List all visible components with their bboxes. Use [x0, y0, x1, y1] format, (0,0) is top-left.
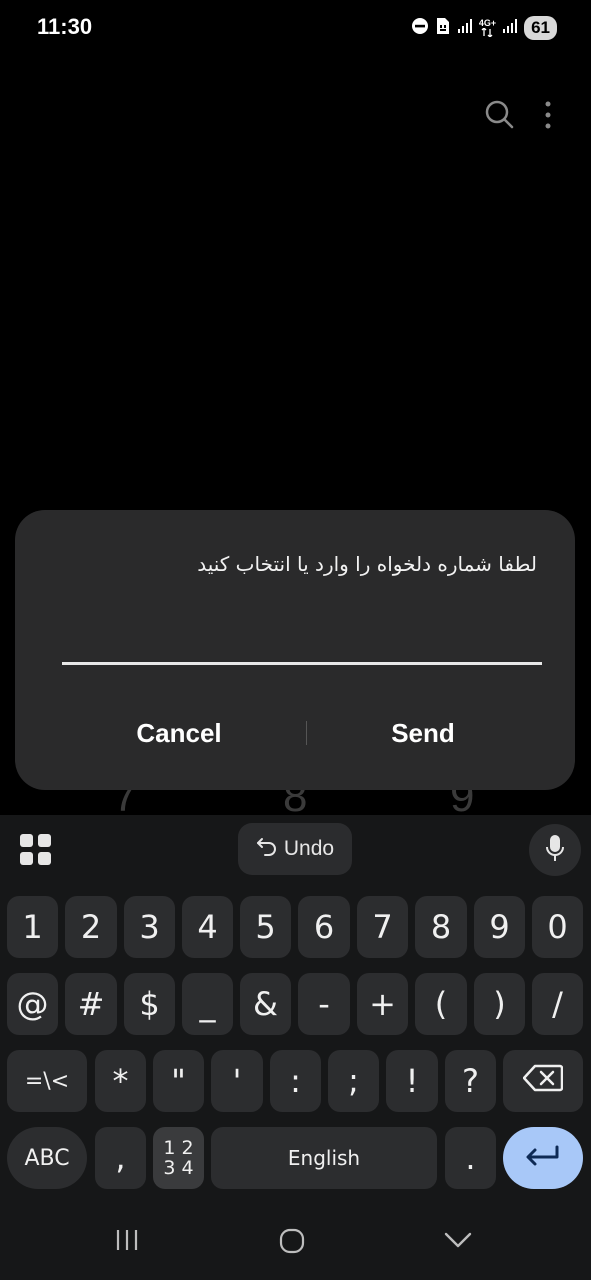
undo-label: Undo: [283, 837, 335, 860]
key-asterisk[interactable]: *: [95, 1050, 146, 1112]
signal-icon: [502, 18, 518, 39]
search-icon[interactable]: [485, 100, 515, 135]
key-semicolon[interactable]: ;: [328, 1050, 379, 1112]
backspace-icon: [522, 1062, 564, 1100]
key-3[interactable]: 3: [124, 896, 175, 958]
send-button[interactable]: Send: [293, 705, 553, 761]
home-icon[interactable]: [279, 1228, 305, 1259]
key-slash[interactable]: /: [532, 973, 583, 1035]
key-question[interactable]: ?: [445, 1050, 496, 1112]
network-type-label: 4G+: [478, 18, 497, 28]
signal-icon: [457, 18, 473, 39]
key-0[interactable]: 0: [532, 896, 583, 958]
key-more-symbols[interactable]: =\<: [7, 1050, 87, 1112]
key-at[interactable]: @: [7, 973, 58, 1035]
signal-4g-icon: 4G+: [479, 19, 496, 37]
key-dollar[interactable]: $: [124, 973, 175, 1035]
key-plus[interactable]: +: [357, 973, 408, 1035]
space-key[interactable]: English: [211, 1127, 437, 1189]
enter-key[interactable]: [503, 1127, 583, 1189]
status-time: 11:30: [37, 14, 93, 39]
sim-icon: [435, 17, 451, 40]
key-5[interactable]: 5: [240, 896, 291, 958]
key-close-paren[interactable]: ): [474, 973, 525, 1035]
key-7[interactable]: 7: [357, 896, 408, 958]
number-input[interactable]: [62, 610, 542, 665]
recents-icon[interactable]: [115, 1228, 139, 1257]
abc-key[interactable]: ABC: [7, 1127, 87, 1189]
key-2[interactable]: 2: [65, 896, 117, 958]
dnd-icon: [411, 17, 429, 40]
key-double-quote[interactable]: ": [153, 1050, 204, 1112]
key-9[interactable]: 9: [474, 896, 525, 958]
cancel-button[interactable]: Cancel: [49, 705, 309, 761]
backspace-key[interactable]: [503, 1050, 583, 1112]
back-chevron-icon[interactable]: [444, 1228, 472, 1257]
numpad-key[interactable]: 1 2 3 4: [153, 1127, 204, 1189]
key-ampersand[interactable]: &: [240, 973, 291, 1035]
more-vert-icon[interactable]: [545, 101, 551, 134]
undo-icon: [256, 836, 278, 862]
key-6[interactable]: 6: [298, 896, 350, 958]
key-hash[interactable]: #: [65, 973, 117, 1035]
enter-icon: [525, 1139, 561, 1177]
key-exclamation[interactable]: !: [386, 1050, 438, 1112]
mic-button[interactable]: [529, 824, 581, 876]
numpad-label-bottom: 3 4: [163, 1157, 194, 1179]
dialog-actions: Cancel Send: [15, 705, 575, 761]
key-colon[interactable]: :: [270, 1050, 321, 1112]
key-period[interactable]: .: [445, 1127, 496, 1189]
status-bar: 11:30 4G+ 61: [0, 0, 591, 56]
key-open-paren[interactable]: (: [415, 973, 467, 1035]
dialog-message: لطفا شماره دلخواه را وارد یا انتخاب کنید: [197, 552, 537, 576]
battery-icon: 61: [524, 16, 557, 40]
key-minus[interactable]: -: [298, 973, 350, 1035]
navigation-bar: [0, 1200, 591, 1280]
key-4[interactable]: 4: [182, 896, 233, 958]
mic-icon: [545, 834, 565, 867]
key-underscore[interactable]: _: [182, 973, 233, 1035]
status-icons: 4G+ 61: [411, 14, 557, 42]
key-single-quote[interactable]: ': [211, 1050, 263, 1112]
undo-button[interactable]: Undo: [238, 823, 352, 875]
key-1[interactable]: 1: [7, 896, 58, 958]
keyboard-toolbar: Undo: [0, 815, 591, 885]
key-8[interactable]: 8: [415, 896, 467, 958]
top-actions: [485, 100, 551, 135]
apps-grid-icon[interactable]: [20, 834, 52, 866]
key-comma[interactable]: ,: [95, 1127, 146, 1189]
numpad-label-top: 1 2: [163, 1137, 194, 1159]
number-entry-dialog: لطفا شماره دلخواه را وارد یا انتخاب کنید…: [15, 510, 575, 790]
